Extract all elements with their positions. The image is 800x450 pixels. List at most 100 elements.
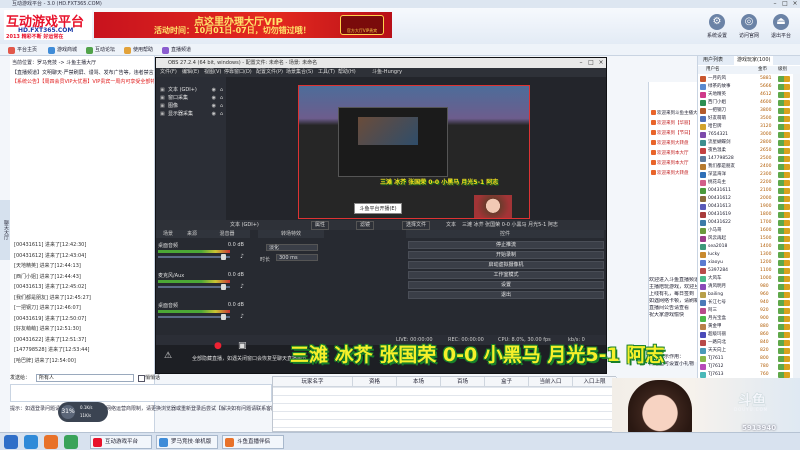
help-button[interactable]: 使用帮助 (124, 46, 153, 55)
user-row[interactable]: 5397284 1100 (698, 267, 793, 275)
obs-menu-item[interactable]: 场景集合(S) (286, 68, 313, 77)
dock-mixer[interactable]: 混音器 (204, 230, 250, 238)
dock-transitions[interactable]: 转场特效 (258, 230, 324, 238)
obs-menu-item[interactable]: 工具(T) (318, 68, 335, 77)
transition-select[interactable]: 淡化 (266, 244, 318, 251)
user-row[interactable]: 深蓝海洋 2300 (698, 171, 793, 179)
exit-platform-button[interactable]: ⏏ 退出平台 (766, 14, 796, 39)
user-row[interactable]: lucky 1300 (698, 251, 793, 259)
taskbar-task[interactable]: 斗鱼直播伴侣 (222, 435, 284, 449)
filters-button[interactable]: 滤镜 (356, 221, 375, 230)
user-row[interactable]: 147798528 2500 (698, 155, 793, 163)
user-row[interactable]: 00431622 1700 (698, 219, 793, 227)
obs-close-button[interactable]: × (596, 58, 606, 68)
lock-icon[interactable]: ⌂ (220, 87, 223, 94)
close-button[interactable]: × (790, 0, 800, 8)
user-row[interactable]: TJ7612 780 (698, 363, 793, 371)
col-level[interactable]: 级别 (778, 66, 787, 74)
lock-icon[interactable]: ⌂ (220, 103, 223, 110)
user-row[interactable]: sea2018 1400 (698, 243, 793, 251)
dock-controls[interactable]: 控件 (406, 230, 604, 238)
user-row[interactable]: 哈巴牌 3120 (698, 123, 793, 131)
speaker-icon[interactable]: ♪ (240, 253, 244, 260)
user-row[interactable]: 好友萌萌 3500 (698, 115, 793, 123)
sheet-column-header[interactable]: 资格 (353, 377, 397, 387)
user-row[interactable]: 风云再起 1500 (698, 235, 793, 243)
user-row[interactable]: 月光宝盒 900 (698, 315, 793, 323)
chrome-app-icon[interactable] (64, 435, 78, 449)
sheet-grid[interactable] (273, 387, 617, 433)
minimize-button[interactable]: – (770, 0, 780, 8)
lock-icon[interactable]: ⌂ (220, 111, 223, 118)
user-row[interactable]: 00431613 1900 (698, 203, 793, 211)
volume-knob[interactable] (221, 284, 226, 290)
user-row[interactable]: 桃花岛主 2200 (698, 179, 793, 187)
obs-menu-item[interactable]: 文件(F) (160, 68, 177, 77)
eye-icon[interactable]: ◉ (212, 87, 216, 94)
control-button[interactable]: 设置 (408, 281, 604, 289)
vip-banner[interactable]: 点这里办理大厅VIP 活动时间：10月01日-07日，切勿错过哦！ 官方大厅VI… (94, 12, 392, 38)
control-button[interactable]: 开始录制 (408, 251, 604, 259)
sheet-column-header[interactable]: 当前入口 (529, 377, 573, 387)
user-row[interactable]: 00431612 2000 (698, 195, 793, 203)
user-row[interactable]: 清风明月 980 (698, 283, 793, 291)
user-row[interactable]: 绿茶的故事 5666 (698, 83, 793, 91)
obs-maximize-button[interactable]: □ (586, 58, 596, 68)
col-gold[interactable]: 金币 (758, 66, 767, 74)
source-item[interactable]: 图像 ◉ ⌂ (160, 103, 224, 110)
col-username[interactable]: 用户名 (706, 66, 720, 74)
user-row[interactable]: 一把钢刀 3800 (698, 107, 793, 115)
chat-input[interactable] (10, 384, 272, 402)
user-row[interactable]: 西门小姐 4600 (698, 99, 793, 107)
system-settings-button[interactable]: ⚙ 系统设置 (702, 14, 732, 39)
firefox-app-icon[interactable] (44, 435, 58, 449)
sheet-column-header[interactable]: 盒子 (485, 377, 529, 387)
obs-minimize-button[interactable]: – (576, 58, 586, 68)
text-value[interactable]: 三滩 冰芥 张国荣 0-0 小黑马 月光5-1 阿志 (462, 220, 558, 230)
user-row[interactable]: 天地精英 4612 (698, 91, 793, 99)
volume-slider[interactable] (158, 254, 230, 260)
user-row[interactable]: 一路向北 840 (698, 339, 793, 347)
lock-icon[interactable]: ⌂ (220, 95, 223, 102)
source-item[interactable]: 显示器采集 ◉ ⌂ (160, 111, 224, 118)
obs-menu-item[interactable]: 斗鱼-Hungry (372, 68, 402, 77)
control-button[interactable]: 停止推流 (408, 241, 604, 249)
obs-menu-item[interactable]: 编辑(E) (182, 68, 199, 77)
obs-preview[interactable]: 三滩 冰芥 张国荣 0-0 小黑马 月光5-1 阿志 斗鱼平台开播(E) (298, 85, 530, 219)
obs-menu-item[interactable]: 帮助(H) (338, 68, 356, 77)
eye-icon[interactable]: ◉ (212, 103, 216, 110)
user-row[interactable]: 超级玛丽 860 (698, 331, 793, 339)
control-button[interactable]: 退出 (408, 291, 604, 299)
sheet-column-header[interactable]: 玩家名字 (273, 377, 353, 387)
user-row[interactable]: TJ7611 800 (698, 355, 793, 363)
control-button[interactable]: 工作室模式 (408, 271, 604, 279)
user-row[interactable]: 阿三 920 (698, 307, 793, 315)
user-row[interactable]: 我们都是朋友 2400 (698, 163, 793, 171)
home-button[interactable]: 平台主页 (8, 46, 37, 55)
user-row[interactable]: 一月的风 5881 (698, 75, 793, 83)
sheet-column-header[interactable]: 本场 (397, 377, 441, 387)
maximize-button[interactable]: □ (780, 0, 790, 8)
user-row[interactable]: 黄金甲 880 (698, 323, 793, 331)
volume-knob[interactable] (221, 254, 226, 260)
visit-website-button[interactable]: ◎ 访问官网 (734, 14, 764, 39)
speaker-icon[interactable]: ♪ (240, 283, 244, 290)
store-button[interactable]: 游戏商城 (48, 46, 77, 55)
tab-game-players[interactable]: 游戏玩家(100) (734, 56, 774, 65)
source-item[interactable]: 窗口采集 ◉ ⌂ (160, 95, 224, 102)
camera-icon[interactable]: ▣ (238, 341, 247, 351)
private-message-checkbox[interactable]: 悄悄话 (138, 374, 160, 382)
ie-app-icon[interactable] (24, 435, 38, 449)
user-row[interactable]: 大风车 1000 (698, 275, 793, 283)
dock-sources[interactable]: 来源 (180, 230, 204, 238)
obs-menu-item[interactable]: 配置文件(P) (256, 68, 283, 77)
taskbar-task[interactable]: 罗马竞技·单机版 (156, 435, 218, 449)
taskbar-task[interactable]: 互动游戏平台 (90, 435, 152, 449)
user-row[interactable]: xiaoyu 1200 (698, 259, 793, 267)
sheet-column-header[interactable]: 百场 (441, 377, 485, 387)
record-icon[interactable]: ● (214, 341, 222, 351)
user-row[interactable]: 夜色温柔 2650 (698, 147, 793, 155)
obs-menu-item[interactable]: 视图(V) (204, 68, 221, 77)
dock-scenes[interactable]: 场景 (156, 230, 180, 238)
speaker-icon[interactable]: ♪ (240, 313, 244, 320)
